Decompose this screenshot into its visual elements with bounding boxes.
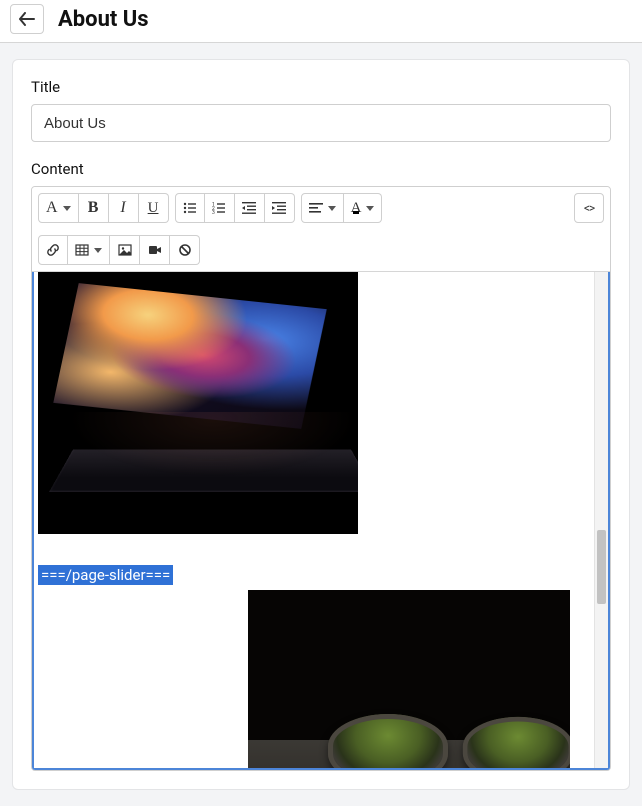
remove-format-button[interactable] [170,235,200,265]
list-ol-icon: 1 2 3 [212,201,226,215]
font-color-icon: A [351,200,362,217]
editor-inner: ===/page-slider=== [34,272,594,768]
form-panel: Title Content A B I [12,59,630,790]
ordered-list-button[interactable]: 1 2 3 [205,193,235,223]
italic-icon: I [120,199,125,217]
bold-button[interactable]: B [79,193,109,223]
link-button[interactable] [38,235,68,265]
editor-content-area[interactable]: ===/page-slider=== [32,272,610,770]
font-color-button[interactable]: A [344,193,383,223]
align-color-group: A [301,193,383,223]
code-view-button[interactable]: <> [574,193,604,223]
image-button[interactable] [110,235,140,265]
table-button[interactable] [68,235,110,265]
page-title: About Us [58,7,149,32]
content-label: Content [31,160,611,178]
unordered-list-button[interactable] [175,193,205,223]
editor-toolbar: A B I U [32,187,610,272]
font-family-button[interactable]: A [38,193,79,223]
rich-text-editor: A B I U [31,186,611,771]
indent-icon [272,201,286,215]
caret-down-icon [63,206,71,211]
ban-icon [178,243,192,257]
font-icon: A [46,199,58,217]
title-label: Title [31,78,611,96]
image-icon [118,243,132,257]
arrow-left-icon [19,12,35,26]
indent-button[interactable] [265,193,295,223]
outdent-button[interactable] [235,193,265,223]
caret-down-icon [328,206,336,211]
list-group: 1 2 3 [175,193,295,223]
insert-group [38,235,200,265]
underline-icon: U [148,200,159,217]
table-icon [75,243,89,257]
outdent-icon [242,201,256,215]
back-button[interactable] [10,4,44,34]
scrollbar-track[interactable] [594,272,608,768]
code-icon: <> [584,201,594,215]
align-left-icon [309,201,323,215]
align-button[interactable] [301,193,344,223]
caret-down-icon [366,206,374,211]
panel-wrapper: Title Content A B I [0,43,642,806]
video-icon [148,243,162,257]
bold-icon: B [88,199,99,217]
underline-button[interactable]: U [139,193,169,223]
content-image-laptop[interactable] [38,272,358,534]
italic-button[interactable]: I [109,193,139,223]
content-image-bowls[interactable] [248,590,570,768]
slider-close-tag[interactable]: ===/page-slider=== [38,565,173,585]
caret-down-icon [94,248,102,253]
font-style-group: A B I U [38,193,169,223]
scrollbar-thumb[interactable] [597,530,606,604]
list-ul-icon [183,201,197,215]
svg-text:3: 3 [212,210,215,215]
header-bar: About Us [0,0,642,43]
title-input[interactable] [31,104,611,142]
video-button[interactable] [140,235,170,265]
link-icon [46,243,60,257]
